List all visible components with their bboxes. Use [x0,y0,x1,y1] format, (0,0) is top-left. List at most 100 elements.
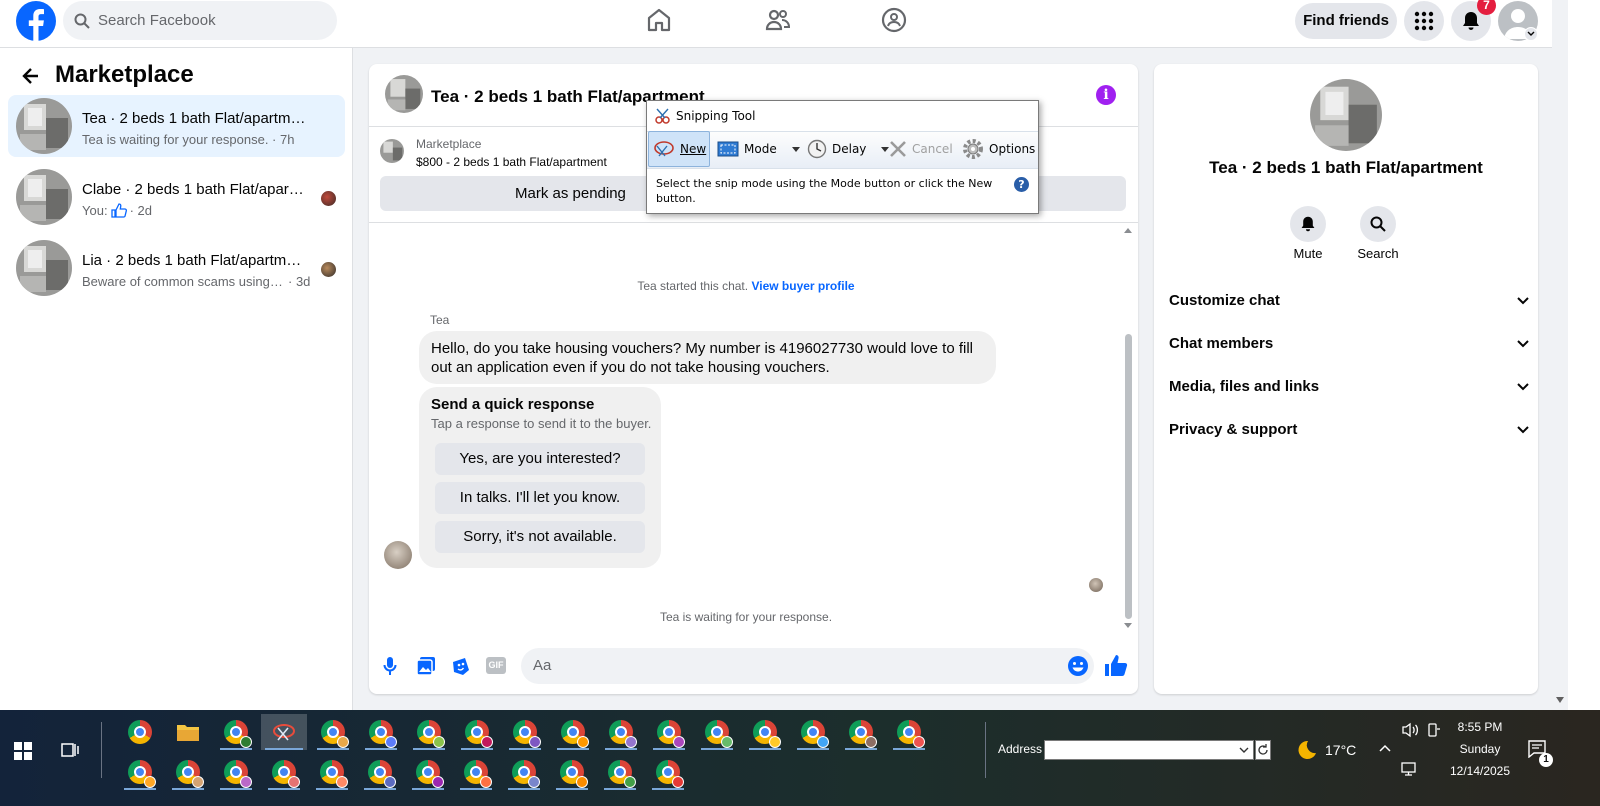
chrome-profile-taskbar-icon[interactable] [120,754,160,790]
home-icon[interactable] [645,6,673,34]
quick-response-button[interactable]: Sorry, it's not available. [435,521,645,553]
chrome-profile-taskbar-icon[interactable] [889,714,929,750]
mode-dropdown-icon[interactable] [791,146,800,152]
chat-members-section[interactable]: Chat members [1169,329,1529,359]
windows-start-icon[interactable] [14,742,32,760]
back-arrow-icon[interactable] [22,67,40,85]
chrome-profile-taskbar-icon[interactable] [649,714,689,750]
friends-icon[interactable] [764,6,792,34]
media-files-links-section[interactable]: Media, files and links [1169,372,1529,402]
chrome-profile-taskbar-icon[interactable] [168,754,208,790]
cancel-label: Cancel [912,142,953,156]
chrome-profile-taskbar-icon[interactable] [841,714,881,750]
network-icon[interactable] [1401,761,1419,777]
address-input[interactable] [1044,740,1254,760]
delay-button[interactable]: Delay [807,131,890,167]
speaker-icon[interactable] [1401,722,1419,738]
chevron-down-icon[interactable] [1239,747,1249,754]
customize-chat-section[interactable]: Customize chat [1169,286,1529,316]
search-input[interactable]: Search Facebook [63,1,337,40]
cancel-x-icon [890,141,906,157]
conversation-item[interactable]: Clabe · 2 beds 1 bath Flat/apartment You… [8,166,345,228]
chrome-profile-taskbar-icon[interactable] [601,714,641,750]
profile-badge-icon [624,776,636,788]
chrome-icon [656,760,684,788]
weather-temperature[interactable]: 17°C [1325,742,1356,758]
chrome-profile-taskbar-icon[interactable] [505,714,545,750]
chrome-profile-taskbar-icon[interactable] [553,714,593,750]
quick-response-button[interactable]: Yes, are you interested? [435,443,645,475]
privacy-support-section[interactable]: Privacy & support [1169,415,1529,445]
chrome-profile-taskbar-icon[interactable] [361,714,401,750]
help-icon[interactable]: ? [1014,177,1029,192]
top-navigation-bar: Search Facebook Find friends 7 [0,0,1552,48]
clock-time[interactable]: 8:55 PM [1446,720,1514,734]
clock-date[interactable]: 12/14/2025 [1446,764,1514,778]
address-go-button[interactable] [1255,740,1271,760]
search-chat-button[interactable] [1360,206,1396,242]
chrome-profile-taskbar-icon[interactable] [648,754,688,790]
chrome-profile-taskbar-icon[interactable] [409,714,449,750]
chrome-taskbar-icon[interactable] [120,714,160,750]
chrome-profile-taskbar-icon[interactable] [216,754,256,790]
chrome-profile-taskbar-icon[interactable] [216,714,256,750]
new-snip-button[interactable]: New [648,131,710,167]
file-explorer-taskbar-icon[interactable] [168,714,208,750]
cancel-button[interactable]: Cancel [889,131,953,167]
menu-grid-button[interactable] [1404,1,1444,41]
quick-response-button[interactable]: In talks. I'll let you know. [435,482,645,514]
scroll-up-arrow-icon[interactable] [1123,226,1133,234]
chat-avatar[interactable] [385,75,423,113]
account-chevron-icon[interactable] [1524,27,1538,41]
chevron-up-icon[interactable] [1379,744,1391,752]
conversation-preview: You: · 2d [82,203,152,218]
listing-price[interactable]: $800 - 2 beds 1 bath Flat/apartment [416,155,607,169]
chrome-profile-taskbar-icon[interactable] [457,714,497,750]
mute-button[interactable] [1290,206,1326,242]
facebook-logo[interactable] [16,1,56,41]
page-scrollbar[interactable] [1552,0,1568,710]
scroll-down-arrow-icon[interactable] [1123,622,1133,630]
battery-icon[interactable] [1425,722,1441,738]
options-button[interactable]: Options [962,131,1035,167]
microphone-icon[interactable] [383,656,397,676]
listing-photo[interactable] [1310,79,1382,151]
scissors-icon [655,108,670,124]
like-thumb-icon[interactable] [1104,654,1128,678]
chrome-profile-taskbar-icon[interactable] [312,754,352,790]
find-friends-button[interactable]: Find friends [1295,3,1397,39]
new-snip-label: New [680,142,707,156]
sticker-icon[interactable] [451,656,471,676]
chrome-profile-taskbar-icon[interactable] [552,754,592,790]
photo-icon[interactable] [416,656,436,676]
moon-weather-icon[interactable] [1294,739,1316,761]
snipping-tool-taskbar-icon[interactable] [261,714,307,750]
task-view-icon[interactable] [61,741,79,759]
emoji-icon[interactable] [1067,655,1089,677]
chrome-profile-taskbar-icon[interactable] [600,754,640,790]
running-indicator [556,788,588,790]
chrome-profile-taskbar-icon[interactable] [313,714,353,750]
chrome-profile-taskbar-icon[interactable] [504,754,544,790]
view-buyer-profile-link[interactable]: View buyer profile [751,279,854,293]
groups-icon[interactable] [880,6,908,34]
message-bubble[interactable]: Hello, do you take housing vouchers? My … [419,331,996,384]
chrome-profile-taskbar-icon[interactable] [793,714,833,750]
mode-button[interactable]: Mode [717,131,800,167]
sender-avatar[interactable] [384,541,412,569]
running-indicator [653,748,685,750]
gif-icon[interactable]: GIF [486,657,506,674]
chrome-profile-taskbar-icon[interactable] [745,714,785,750]
message-input[interactable]: Aa [521,648,1094,684]
conversation-item[interactable]: Lia · 2 beds 1 bath Flat/apartment Bewar… [8,237,345,299]
chat-scrollbar-thumb[interactable] [1125,334,1132,619]
chrome-profile-taskbar-icon[interactable] [408,754,448,790]
info-icon[interactable]: i [1096,85,1116,105]
chrome-profile-taskbar-icon[interactable] [360,754,400,790]
conversation-item[interactable]: Tea · 2 beds 1 bath Flat/apartment Tea i… [8,95,345,157]
chrome-profile-taskbar-icon[interactable] [697,714,737,750]
chrome-profile-taskbar-icon[interactable] [456,754,496,790]
clock-day[interactable]: Sunday [1446,742,1514,756]
chrome-profile-taskbar-icon[interactable] [264,754,304,790]
scroll-down-arrow-icon[interactable] [1556,697,1564,703]
